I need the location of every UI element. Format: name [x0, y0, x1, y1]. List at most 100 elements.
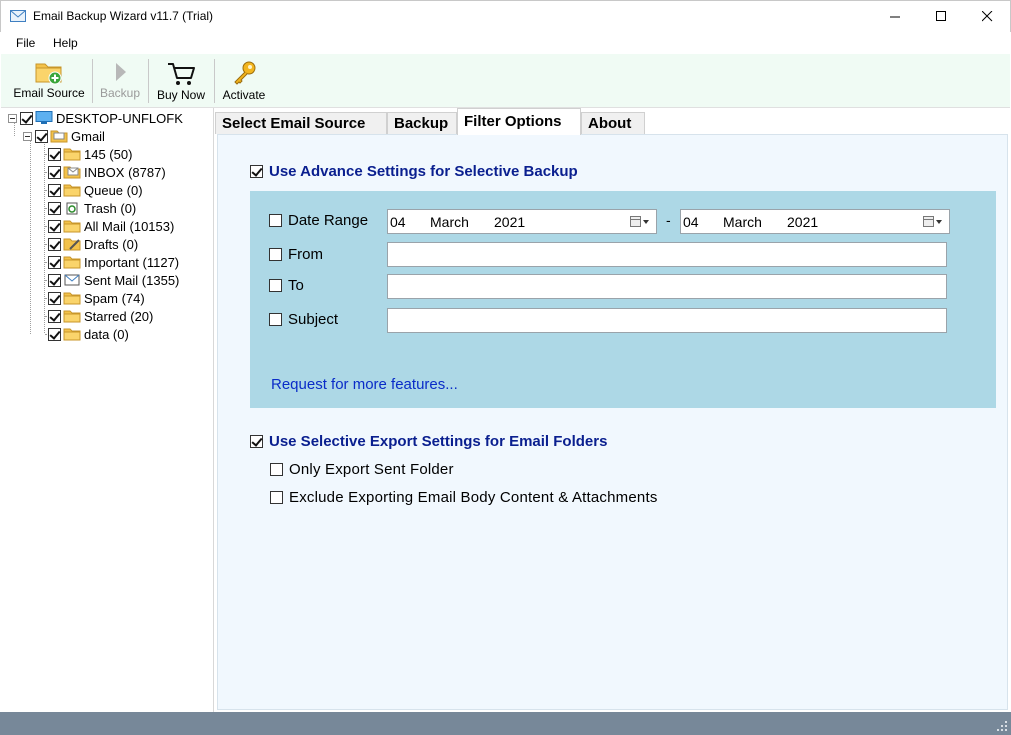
tree-folder-node[interactable]: INBOX (8787): [48, 163, 166, 181]
date-to-day: 04: [683, 214, 699, 230]
from-input[interactable]: [387, 242, 947, 267]
folder-icon: [63, 148, 81, 161]
folder-label: Important (1127): [84, 254, 180, 270]
to-input[interactable]: [387, 274, 947, 299]
mail-folder-icon: [50, 130, 68, 143]
folder-label: Queue (0): [84, 182, 143, 198]
folder-checkbox[interactable]: [48, 147, 61, 161]
backup-button[interactable]: Backup: [97, 56, 143, 106]
date-from-day: 04: [390, 214, 406, 230]
toolbar-divider: [148, 59, 149, 103]
tab-filter-options[interactable]: Filter Options: [457, 108, 581, 135]
email-source-label: Email Source: [13, 86, 85, 100]
folder-checkbox[interactable]: [48, 291, 61, 305]
date-from-month: March: [430, 214, 469, 230]
tree-folder-node[interactable]: Important (1127): [48, 253, 179, 271]
computer-icon: [35, 111, 53, 124]
advance-settings-checkbox[interactable]: [250, 165, 263, 178]
menu-help[interactable]: Help: [53, 36, 78, 50]
subject-checkbox[interactable]: [269, 313, 282, 326]
tree-folder-node[interactable]: Queue (0): [48, 181, 143, 199]
advance-settings-label: Use Advance Settings for Selective Backu…: [269, 163, 578, 180]
toolbar-divider: [214, 59, 215, 103]
tab-select-email-source[interactable]: Select Email Source: [215, 112, 387, 134]
folder-checkbox[interactable]: [48, 219, 61, 233]
tree-account-node[interactable]: Gmail: [23, 127, 105, 145]
window-title: Email Backup Wizard v11.7 (Trial): [33, 9, 214, 23]
selective-export-option[interactable]: Use Selective Export Settings for Email …: [250, 433, 607, 450]
calendar-dropdown-icon[interactable]: [630, 216, 650, 228]
tree-folder-node[interactable]: Sent Mail (1355): [48, 271, 179, 289]
folder-icon: [63, 292, 81, 305]
folder-checkbox[interactable]: [48, 201, 61, 215]
tree-folder-node[interactable]: 145 (50): [48, 145, 132, 163]
subject-option[interactable]: Subject: [269, 311, 338, 328]
exclude-body-option[interactable]: Exclude Exporting Email Body Content & A…: [270, 489, 658, 506]
folder-checkbox[interactable]: [48, 309, 61, 323]
tab-about[interactable]: About: [581, 112, 645, 134]
resize-grip-icon[interactable]: [996, 720, 1008, 732]
tree-folder-node[interactable]: Spam (74): [48, 289, 145, 307]
date-range-label: Date Range: [288, 212, 369, 229]
tree-folder-node[interactable]: Trash (0): [48, 199, 136, 217]
close-button[interactable]: [964, 1, 1010, 32]
main-panel: Select Email Source Backup Filter Option…: [215, 108, 1010, 712]
tree-folder-node[interactable]: All Mail (10153): [48, 217, 174, 235]
minimize-button[interactable]: [872, 1, 918, 32]
tree-folder-node[interactable]: Starred (20): [48, 307, 153, 325]
account-checkbox[interactable]: [35, 129, 48, 143]
tab-backup[interactable]: Backup: [387, 112, 457, 134]
root-checkbox[interactable]: [20, 111, 33, 125]
folder-add-icon: [35, 63, 62, 85]
status-bar: [0, 712, 1011, 735]
folder-checkbox[interactable]: [48, 273, 61, 287]
date-separator: -: [666, 212, 671, 228]
activate-button[interactable]: Activate: [219, 56, 269, 106]
tree-root-node[interactable]: DESKTOP-UNFLOFK: [8, 109, 183, 127]
collapse-icon[interactable]: [8, 113, 17, 123]
to-checkbox[interactable]: [269, 279, 282, 292]
folder-label: data (0): [84, 326, 129, 342]
folder-checkbox[interactable]: [48, 255, 61, 269]
date-to-month: March: [723, 214, 762, 230]
inbox-folder-icon: [63, 166, 81, 179]
to-option[interactable]: To: [269, 277, 304, 294]
backup-label: Backup: [99, 86, 141, 100]
buy-now-button[interactable]: Buy Now: [153, 56, 209, 106]
menu-file[interactable]: File: [16, 36, 35, 50]
only-sent-option[interactable]: Only Export Sent Folder: [270, 461, 454, 478]
calendar-dropdown-icon[interactable]: [923, 216, 943, 228]
date-range-option[interactable]: Date Range: [269, 212, 368, 229]
folder-checkbox[interactable]: [48, 327, 61, 341]
date-range-checkbox[interactable]: [269, 214, 282, 227]
toolbar: Email Source Backup Buy Now Activate: [1, 54, 1010, 108]
email-source-button[interactable]: Email Source: [13, 56, 85, 106]
maximize-icon: [935, 11, 946, 21]
folder-label: All Mail (10153): [84, 218, 175, 234]
menu-bar: File Help: [1, 32, 1010, 54]
folder-checkbox[interactable]: [48, 237, 61, 251]
selective-export-checkbox[interactable]: [250, 435, 263, 448]
maximize-button[interactable]: [918, 1, 964, 32]
sent-folder-icon: [64, 274, 80, 286]
folder-checkbox[interactable]: [48, 165, 61, 179]
folder-icon: [63, 220, 81, 233]
date-to-picker[interactable]: 04 March 2021: [680, 209, 950, 234]
from-checkbox[interactable]: [269, 248, 282, 261]
exclude-body-checkbox[interactable]: [270, 491, 283, 504]
subject-input[interactable]: [387, 308, 947, 333]
tree-folder-node[interactable]: Drafts (0): [48, 235, 138, 253]
request-features-link[interactable]: Request for more features...: [271, 376, 458, 393]
folder-icon: [63, 310, 81, 323]
from-option[interactable]: From: [269, 246, 323, 263]
to-label: To: [288, 277, 304, 294]
tab-strip: Select Email Source Backup Filter Option…: [215, 108, 1010, 135]
only-sent-checkbox[interactable]: [270, 463, 283, 476]
tree-folder-node[interactable]: data (0): [48, 325, 129, 343]
tree-account-label: Gmail: [71, 128, 105, 144]
folder-checkbox[interactable]: [48, 183, 61, 197]
advance-settings-option[interactable]: Use Advance Settings for Selective Backu…: [250, 163, 578, 180]
only-sent-label: Only Export Sent Folder: [289, 461, 454, 478]
collapse-icon[interactable]: [23, 131, 32, 141]
date-from-picker[interactable]: 04 March 2021: [387, 209, 657, 234]
